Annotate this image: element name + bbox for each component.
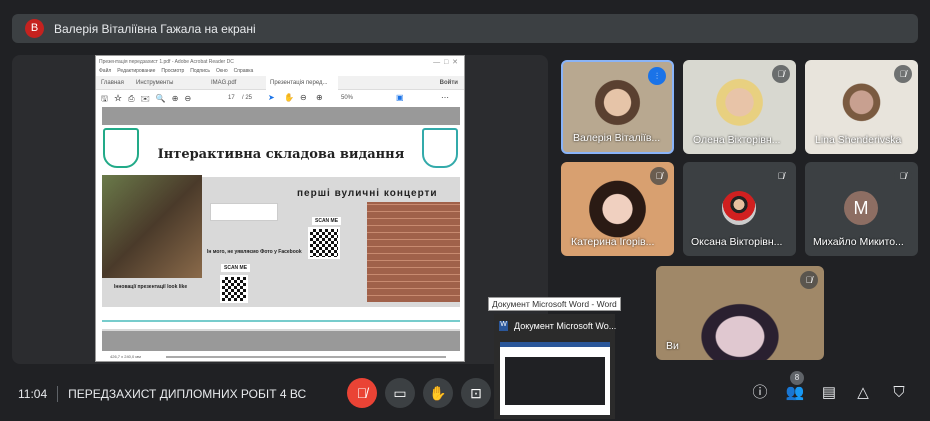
window-title: Презентація передзахист 1.pdf - Adobe Ac… xyxy=(99,59,234,65)
zoom-level[interactable]: 50% xyxy=(341,95,353,101)
menu-item[interactable]: Окно xyxy=(216,68,228,74)
menu-item[interactable]: Справка xyxy=(234,68,254,74)
tab-bar: Главная Инструменты IMAG.pdf Презентація… xyxy=(96,76,464,90)
clock: 11:04 xyxy=(18,387,48,401)
people-icon[interactable]: 👥 xyxy=(784,382,806,404)
slide-footer xyxy=(102,307,460,329)
participant-name: Валерія Віталіїв... xyxy=(573,132,661,144)
more-icon[interactable]: ⋯ xyxy=(441,93,449,102)
facebook-post-snippet xyxy=(210,203,278,221)
participant-tile[interactable]: 🎙̸ Оксана Вікторівн... xyxy=(683,162,796,256)
participant-tile[interactable]: 🎙̸ Катерина Ігорів... xyxy=(561,162,674,256)
participant-avatar xyxy=(722,191,756,225)
mic-off-icon: 🎙̸ xyxy=(800,271,818,289)
toolbar-icons[interactable]: 🖫☆⎙✉🔍⊕⊖ xyxy=(101,93,197,107)
caption-mid: Ін мого, не уявляємо Фото у Facebook xyxy=(207,249,302,255)
page-size: 426,7 x 240,0 мм xyxy=(110,354,141,359)
activities-icon[interactable]: △ xyxy=(852,382,874,404)
divider xyxy=(57,386,59,402)
mic-off-icon: 🎙̸ xyxy=(772,167,790,185)
tab-home[interactable]: Главная xyxy=(101,80,124,86)
participant-name: Олена Вікторівн... xyxy=(693,134,781,146)
participant-name: Михайло Микито... xyxy=(813,236,904,248)
window-controls: — □ ✕ xyxy=(433,59,458,66)
pdf-toolbar: 🖫☆⎙✉🔍⊕⊖ 17 / 25 ➤ ✋ ⊖ ⊕ 50% ▣ ⋯ xyxy=(96,91,464,105)
meeting-details-icon[interactable]: ⓘ xyxy=(749,382,771,404)
tab-imag[interactable]: IMAG.pdf xyxy=(211,80,236,86)
footer-line xyxy=(102,320,460,322)
participant-name: Катерина Ігорів... xyxy=(571,236,655,248)
mic-off-button[interactable]: 🎙̸ xyxy=(347,378,377,408)
caption-left: Інновації презентації look like xyxy=(114,284,188,290)
page-total: / 25 xyxy=(242,95,253,101)
scan-me-label: SCAN ME xyxy=(221,264,251,272)
raise-hand-button[interactable]: ✋ xyxy=(423,378,453,408)
menu-item[interactable]: Файл xyxy=(99,68,111,74)
participant-tile[interactable]: 🎙̸ М Михайло Микито... xyxy=(805,162,918,256)
hand-icon[interactable]: ✋ xyxy=(284,93,294,102)
mic-off-icon: 🎙̸ xyxy=(894,65,912,83)
participant-name: Оксана Вікторівн... xyxy=(691,236,783,248)
preview-thumbnail xyxy=(500,342,610,415)
participant-count-badge: 8 xyxy=(790,371,804,385)
horizontal-scrollbar[interactable] xyxy=(166,356,446,358)
slide-subtitle: перші вуличні концерти xyxy=(297,188,438,199)
photo-band-brick-wall xyxy=(367,202,460,302)
preview-title: Документ Microsoft Wo... xyxy=(514,321,617,331)
mic-off-icon: 🎙̸ xyxy=(894,167,912,185)
chat-icon[interactable]: ▤ xyxy=(818,382,840,404)
camera-button[interactable]: ▭ xyxy=(385,378,415,408)
participant-tile[interactable]: 🎙̸ Lina Shenderivska xyxy=(805,60,918,154)
thumbnail-meet-capture xyxy=(505,357,605,405)
zoom-out-icon[interactable]: ⊖ xyxy=(300,93,307,102)
scan-me-label: SCAN ME xyxy=(312,217,342,225)
page-gap xyxy=(102,107,460,125)
qr-code xyxy=(308,227,340,259)
taskbar-window-preview[interactable]: W Документ Microsoft Wo... xyxy=(494,314,617,419)
menu-item[interactable]: Редактирование xyxy=(117,68,155,74)
zoom-in-icon[interactable]: ⊕ xyxy=(316,93,323,102)
menu-bar: Файл Редактирование Просмотр Подпись Окно Спр… xyxy=(99,68,253,74)
participant-tile[interactable]: ⫶ Валерія Віталіїв... xyxy=(561,60,674,154)
slide: Інтерактивна складова видання Інновації … xyxy=(102,107,460,351)
menu-item[interactable]: Просмотр xyxy=(161,68,184,74)
mic-off-icon: 🎙̸ xyxy=(650,167,668,185)
fit-page-icon[interactable]: ▣ xyxy=(396,93,404,102)
host-controls-icon[interactable]: ⛉ xyxy=(888,382,910,404)
participant-name: Lina Shenderivska xyxy=(815,134,902,146)
taskbar-tooltip: Документ Microsoft Word - Word xyxy=(488,297,621,311)
participant-tile[interactable]: 🎙̸ Олена Вікторівн... xyxy=(683,60,796,154)
shared-screen-acrobat-window: Презентація передзахист 1.pdf - Adobe Ac… xyxy=(95,55,465,362)
page-current[interactable]: 17 xyxy=(228,95,235,101)
menu-item[interactable]: Подпись xyxy=(190,68,210,74)
meeting-info: 11:04 ПЕРЕДЗАХИСТ ДИПЛОМНИХ РОБІТ 4 ВС xyxy=(18,386,306,402)
slide-title: Інтерактивна складова видання xyxy=(157,147,405,162)
self-tile[interactable]: 🎙̸ Ви xyxy=(656,266,824,360)
photo-band-sitting xyxy=(102,175,202,278)
meeting-title: ПЕРЕДЗАХИСТ ДИПЛОМНИХ РОБІТ 4 ВС xyxy=(68,387,307,401)
presenting-text: Валерія Віталіївна Гажала на екрані xyxy=(54,22,256,36)
mic-off-icon: 🎙̸ xyxy=(772,65,790,83)
present-screen-button[interactable]: ⊡ xyxy=(461,378,491,408)
pointer-icon[interactable]: ➤ xyxy=(268,93,275,102)
signin-button[interactable]: Войти xyxy=(440,80,458,86)
page-gap xyxy=(102,331,460,351)
tab-tools[interactable]: Инструменты xyxy=(136,80,173,86)
presenter-avatar: В xyxy=(25,19,44,38)
qr-code xyxy=(220,275,248,303)
speaking-indicator-icon: ⫶ xyxy=(648,67,666,85)
tab-presentation[interactable]: Презентація перед... xyxy=(266,76,338,90)
participant-name: Ви xyxy=(666,340,679,352)
word-icon: W xyxy=(499,321,508,331)
presenting-banner: В Валерія Віталіївна Гажала на екрані xyxy=(12,14,918,43)
participant-avatar: М xyxy=(844,191,878,225)
